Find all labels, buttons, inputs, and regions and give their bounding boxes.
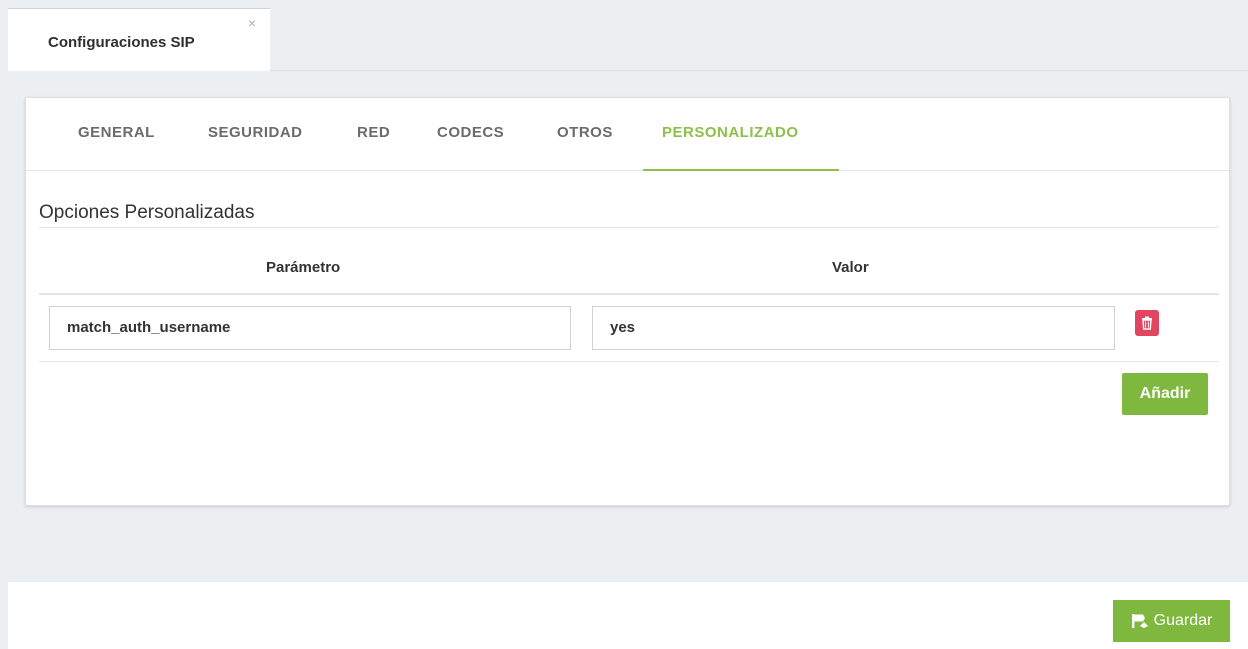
column-header-valor: Valor bbox=[832, 259, 869, 276]
tab-codecs[interactable]: CODECS bbox=[437, 124, 504, 141]
flag-icon bbox=[1131, 614, 1148, 628]
trash-icon bbox=[1142, 316, 1152, 330]
add-button[interactable]: Añadir bbox=[1122, 373, 1208, 415]
save-button-label: Guardar bbox=[1153, 612, 1213, 629]
section-title: Opciones Personalizadas bbox=[39, 202, 255, 223]
column-header-parametro: Parámetro bbox=[266, 259, 341, 276]
divider bbox=[39, 361, 1219, 362]
close-icon[interactable]: × bbox=[248, 15, 256, 31]
page-tab-label: Configuraciones SIP bbox=[48, 34, 195, 51]
footer-bar bbox=[8, 582, 1248, 649]
parametro-input[interactable]: match_auth_username bbox=[49, 306, 571, 350]
delete-row-button[interactable] bbox=[1135, 310, 1159, 336]
tab-otros[interactable]: OTROS bbox=[557, 124, 613, 141]
tab-personalizado[interactable]: PERSONALIZADO bbox=[662, 124, 799, 141]
tab-seguridad[interactable]: SEGURIDAD bbox=[208, 124, 303, 141]
active-tab-indicator bbox=[643, 169, 839, 171]
save-button[interactable]: Guardar bbox=[1113, 600, 1230, 642]
tab-general[interactable]: GENERAL bbox=[78, 124, 155, 141]
settings-card: GENERAL SEGURIDAD RED CODECS OTROS PERSO… bbox=[25, 97, 1230, 506]
page-tab-configuraciones-sip[interactable]: Configuraciones SIP × bbox=[8, 8, 270, 71]
valor-input[interactable]: yes bbox=[592, 306, 1115, 350]
tab-red[interactable]: RED bbox=[357, 124, 390, 141]
divider bbox=[39, 227, 1219, 228]
divider bbox=[39, 293, 1219, 295]
settings-tabs: GENERAL SEGURIDAD RED CODECS OTROS PERSO… bbox=[26, 98, 1229, 171]
